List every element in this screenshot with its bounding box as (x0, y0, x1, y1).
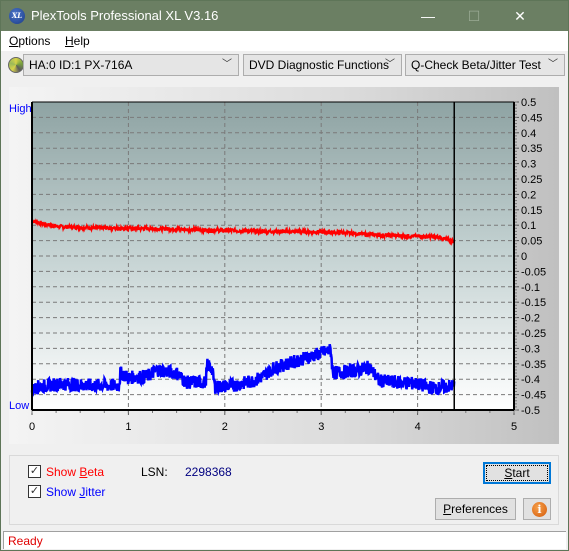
test-select[interactable]: Q-Check Beta/Jitter Test ﹀ (405, 54, 565, 76)
y-tick-label: 0.15 (521, 205, 542, 217)
menu-help-label: elp (73, 34, 90, 48)
start-button[interactable]: Start (483, 462, 551, 484)
y-tick-label: -0.15 (521, 297, 546, 309)
x-tick-label: 4 (415, 421, 421, 433)
menu-options-label: ptions (18, 34, 51, 48)
y-tick-label: 0.4 (521, 128, 536, 140)
y-tick-label: -0.45 (521, 390, 546, 402)
window-title: PlexTools Professional XL V3.16 (31, 8, 219, 23)
preferences-label: references (451, 502, 508, 516)
y-tick-label: 0.45 (521, 112, 542, 124)
test-select-value: Q-Check Beta/Jitter Test (411, 58, 541, 72)
beta-jitter-chart: 0.5 0.45 0.4 0.35 0.3 0.25 0.2 0.15 0.1 0.05 0 -0.0… (9, 97, 546, 433)
y-tick-label: 0.5 (521, 97, 536, 109)
show-beta-label[interactable]: Show Beta (46, 465, 104, 479)
y-label-high: High (9, 103, 32, 115)
drive-select[interactable]: HA:0 ID:1 PX-716A ﹀ (23, 54, 239, 76)
chevron-down-icon: ﹀ (548, 59, 558, 70)
show-jitter-rest: itter (85, 485, 106, 499)
function-select[interactable]: DVD Diagnostic Functions ﹀ (243, 54, 402, 76)
x-tick-label: 1 (125, 421, 131, 433)
preferences-mnemonic: P (443, 502, 452, 516)
preferences-button[interactable]: Preferences (435, 498, 516, 520)
menu-options-mnemonic: O (9, 34, 19, 48)
menu-bar: Options Help (1, 31, 568, 51)
show-beta-rest: eta (87, 465, 105, 479)
options-panel: ✓ Show Beta ✓ Show Jitter LSN: 2298368 S… (9, 455, 559, 525)
app-logo-icon: XL (9, 8, 25, 24)
menu-help[interactable]: Help (65, 34, 90, 48)
close-button[interactable]: ✕ (497, 1, 543, 31)
y-tick-label: -0.1 (521, 282, 540, 294)
y-label-low: Low (9, 400, 29, 412)
lsn-value: 2298368 (185, 465, 232, 479)
y-tick-label: 0.25 (521, 174, 542, 186)
show-jitter-label[interactable]: Show Jitter (46, 485, 105, 499)
y-tick-label: -0.05 (521, 266, 546, 278)
y-tick-label: -0.4 (521, 374, 540, 386)
y-tick-label: 0.35 (521, 143, 542, 155)
toolbar: HA:0 ID:1 PX-716A ﹀ DVD Diagnostic Funct… (1, 51, 568, 79)
y-tick-label: -0.5 (521, 405, 540, 417)
disc-drive-icon (8, 57, 24, 73)
app-window: XL PlexTools Professional XL V3.16 — ☐ ✕… (0, 0, 569, 551)
focus-rect (486, 465, 548, 481)
y-tick-label: 0.3 (521, 159, 536, 171)
function-select-value: DVD Diagnostic Functions (249, 58, 390, 72)
y-tick-label: -0.35 (521, 359, 546, 371)
y-tick-label: 0.1 (521, 220, 536, 232)
chart-panel: 0.5 0.45 0.4 0.35 0.3 0.25 0.2 0.15 0.1 0.05 0 -0.0… (9, 87, 559, 444)
title-bar[interactable]: XL PlexTools Professional XL V3.16 — ☐ ✕ (1, 1, 568, 31)
chevron-down-icon: ﹀ (385, 59, 395, 70)
info-icon: i (532, 502, 547, 517)
x-tick-label: 5 (511, 421, 517, 433)
show-jitter-prefix: Show (46, 485, 80, 499)
drive-select-value: HA:0 ID:1 PX-716A (29, 58, 133, 72)
y-tick-label: -0.3 (521, 343, 540, 355)
y-tick-label: 0.05 (521, 236, 542, 248)
y-tick-label: 0 (521, 251, 527, 263)
x-tick-label: 2 (222, 421, 228, 433)
menu-help-mnemonic: H (65, 34, 74, 48)
x-tick-label: 0 (29, 421, 35, 433)
menu-options[interactable]: Options (9, 34, 50, 48)
y-tick-label: -0.25 (521, 328, 546, 340)
show-beta-checkbox[interactable]: ✓ (28, 465, 41, 478)
maximize-button[interactable]: ☐ (451, 1, 497, 31)
y-tick-label: 0.2 (521, 189, 536, 201)
show-beta-prefix: Show (46, 465, 80, 479)
lsn-label: LSN: (141, 465, 168, 479)
status-text: Ready (8, 534, 43, 548)
chevron-down-icon: ﹀ (222, 59, 232, 70)
x-tick-label: 3 (318, 421, 324, 433)
show-jitter-checkbox[interactable]: ✓ (28, 485, 41, 498)
info-button[interactable]: i (523, 498, 551, 520)
status-bar: Ready (3, 531, 566, 549)
minimize-button[interactable]: — (405, 1, 451, 31)
y-tick-label: -0.2 (521, 313, 540, 325)
